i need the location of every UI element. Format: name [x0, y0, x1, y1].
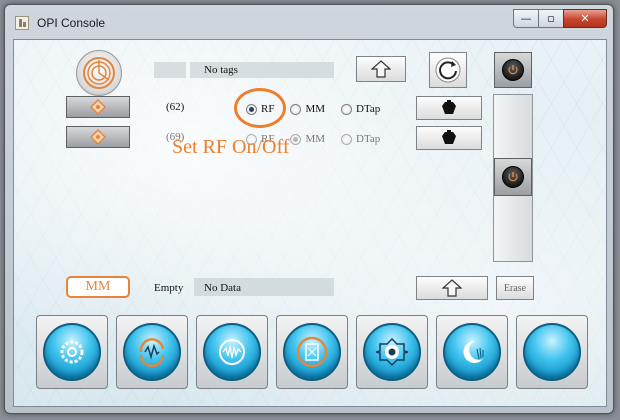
- chip-icon: [442, 100, 456, 114]
- card-orb-icon: [283, 323, 341, 381]
- upload-mm-button[interactable]: [416, 276, 488, 300]
- channel-2-dtap-radio[interactable]: [341, 133, 353, 145]
- toolbar-blank-button[interactable]: [516, 315, 588, 389]
- tag-diamond-icon: [90, 129, 106, 145]
- power-button-side[interactable]: [494, 158, 532, 196]
- window-controls: — ▫ ✕: [513, 9, 607, 28]
- power-icon: [502, 59, 524, 81]
- app-window: OPI Console — ▫ ✕ No tags (62) RF MM DTa…: [4, 4, 614, 414]
- channel-1-count: (62): [166, 101, 185, 113]
- channel-2-mm-radio[interactable]: [290, 133, 302, 145]
- mm-badge: MM: [66, 276, 130, 298]
- logo-button[interactable]: [76, 50, 122, 96]
- toolbar-refresh-wave-button[interactable]: [116, 315, 188, 389]
- refresh-button[interactable]: [429, 52, 467, 88]
- minimize-button[interactable]: —: [513, 9, 539, 28]
- console-panel: No tags (62) RF MM DTap (69) RF MM DTap …: [13, 39, 607, 407]
- channel-2-tag-button[interactable]: [66, 126, 130, 148]
- toolbar-moon-button[interactable]: [436, 315, 508, 389]
- title-bar[interactable]: OPI Console — ▫ ✕: [5, 5, 613, 39]
- channel-1-action-button[interactable]: [416, 96, 482, 120]
- annotation-text: Set RF On/Off: [172, 136, 290, 158]
- maximize-button[interactable]: ▫: [538, 9, 564, 28]
- tag-indicator: [154, 62, 186, 78]
- mm-status: Empty: [154, 282, 184, 294]
- toolbar-waveform-button[interactable]: [196, 315, 268, 389]
- channel-2-mm-label: MM: [305, 133, 326, 146]
- blank-orb-icon: [523, 323, 581, 381]
- channel-1-dtap-radio[interactable]: [341, 103, 353, 115]
- waveform-orb-icon: [203, 323, 261, 381]
- refresh-wave-orb-icon: [123, 323, 181, 381]
- gear-orb-icon: [43, 323, 101, 381]
- close-button[interactable]: ✕: [563, 9, 607, 28]
- chip-icon: [442, 130, 456, 144]
- arrow-up-icon: [371, 60, 391, 78]
- channel-1-mm-radio[interactable]: [290, 103, 302, 115]
- refresh-icon: [435, 57, 461, 83]
- channel-1-dtap-label: DTap: [356, 103, 381, 116]
- toolbar-card-button[interactable]: [276, 315, 348, 389]
- eye-orb-icon: [363, 323, 421, 381]
- toolbar-gear-button[interactable]: [36, 315, 108, 389]
- power-icon: [502, 166, 524, 188]
- arrow-up-icon: [442, 279, 462, 297]
- window-title: OPI Console: [37, 16, 106, 30]
- mm-data-value: No Data: [204, 282, 241, 294]
- app-icon: [15, 16, 29, 30]
- upload-tags-button[interactable]: [356, 56, 406, 82]
- spiral-logo-icon: [83, 57, 115, 89]
- tag-diamond-icon: [90, 99, 106, 115]
- annotation-highlight-circle: [234, 88, 286, 128]
- moon-orb-icon: [443, 323, 501, 381]
- power-button-top[interactable]: [494, 52, 532, 88]
- erase-button[interactable]: Erase: [496, 276, 534, 300]
- tag-value: No tags: [204, 64, 238, 76]
- channel-2-action-button[interactable]: [416, 126, 482, 150]
- channel-1-mm-label: MM: [305, 103, 326, 116]
- channel-1-tag-button[interactable]: [66, 96, 130, 118]
- channel-2-dtap-label: DTap: [356, 133, 381, 146]
- toolbar-eye-button[interactable]: [356, 315, 428, 389]
